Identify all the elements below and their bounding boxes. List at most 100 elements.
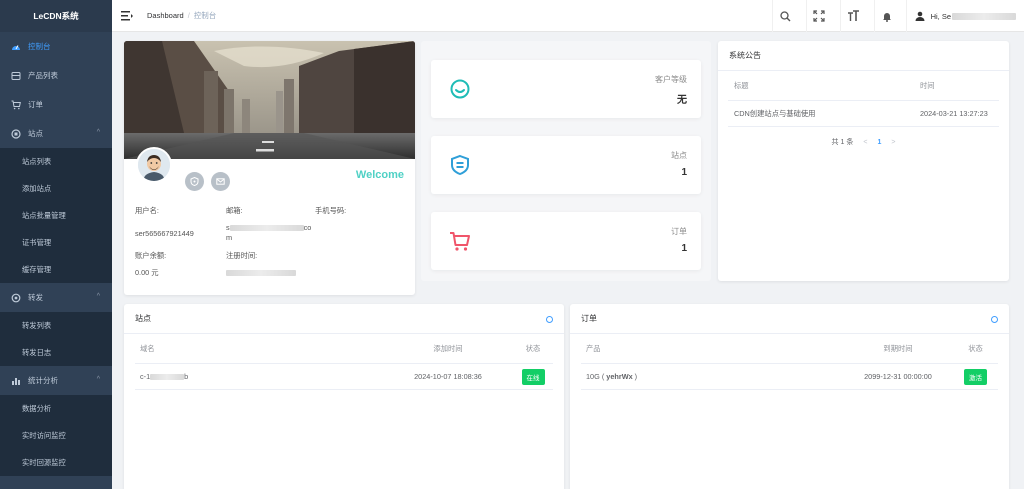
sidebar-item-label: 统计分析 bbox=[28, 376, 58, 385]
search-button[interactable] bbox=[771, 0, 798, 32]
sidebar-item-sites[interactable]: 站点 ^ bbox=[0, 119, 112, 148]
customer-level-card: 客户等级 无 bbox=[431, 60, 701, 118]
redacted-username bbox=[952, 12, 1016, 20]
sidebar-item-label: 转发 bbox=[28, 293, 43, 302]
dashboard-icon bbox=[10, 41, 22, 53]
sidebar-subitem-forward-list[interactable]: 转发列表 bbox=[0, 312, 112, 339]
username-label: 用户名: bbox=[135, 206, 159, 215]
user-greeting: Hi, Se bbox=[930, 11, 951, 21]
stat-value: 1 bbox=[681, 167, 687, 178]
pager-prev-icon[interactable]: < bbox=[863, 139, 867, 146]
pager-page-number[interactable]: 1 bbox=[877, 139, 881, 146]
announcement-title: 系统公告 bbox=[718, 41, 1009, 71]
stat-label: 站点 bbox=[671, 151, 687, 160]
orders-table-header: 产品 到期时间 状态 bbox=[581, 334, 998, 364]
order-count-card: 订单 1 bbox=[431, 212, 701, 270]
sites-title: 站点 bbox=[135, 314, 151, 323]
sidebar: LeCDN系统 控制台 产品列表 订单 站点 ^ 站点列表 添加站点 站点批量管… bbox=[0, 0, 112, 489]
site-badge-icon bbox=[451, 154, 469, 176]
sites-card: 站点 域名 添加时间 状态 c-1 b 2024-10-07 18:08:36 在… bbox=[124, 304, 564, 489]
sidebar-item-dashboard[interactable]: 控制台 bbox=[0, 32, 112, 61]
product-icon bbox=[10, 70, 22, 82]
stat-value: 无 bbox=[677, 95, 687, 106]
sidebar-item-label: 站点 bbox=[28, 129, 43, 138]
user-menu[interactable]: Hi, Se bbox=[905, 0, 1024, 32]
sidebar-item-forward[interactable]: 转发 ^ bbox=[0, 283, 112, 312]
bell-icon bbox=[883, 12, 892, 22]
sidebar-subitem-cache[interactable]: 缓存管理 bbox=[0, 256, 112, 283]
regtime-label: 注册时间: bbox=[226, 251, 258, 260]
balance-label: 账户余额: bbox=[135, 251, 167, 260]
chevron-up-icon: ^ bbox=[96, 376, 100, 383]
chevron-up-icon: ^ bbox=[96, 293, 100, 300]
breadcrumb-root[interactable]: Dashboard bbox=[147, 11, 184, 20]
col-time: 时间 bbox=[920, 80, 935, 90]
sites-table-header: 域名 添加时间 状态 bbox=[135, 334, 553, 364]
table-row[interactable]: CDN创建站点与基础使用 2024-03-21 13:27:23 bbox=[728, 101, 999, 127]
site-count-card: 站点 1 bbox=[431, 136, 701, 194]
pager-total: 共 1 条 bbox=[831, 139, 854, 146]
col-status: 状态 bbox=[968, 343, 983, 353]
stats-icon bbox=[10, 375, 22, 387]
balance-value: 0.00 元 bbox=[135, 268, 159, 277]
refresh-icon[interactable] bbox=[546, 316, 553, 323]
profile-banner-image bbox=[124, 41, 415, 159]
redacted-regtime bbox=[226, 270, 296, 277]
fullscreen-icon bbox=[813, 10, 825, 22]
status-badge: 激活 bbox=[964, 368, 987, 385]
username-value: ser565667921449 bbox=[135, 229, 194, 238]
sidebar-subitem-realtime-access[interactable]: 实时访问监控 bbox=[0, 422, 112, 449]
sidebar-subitem-certificates[interactable]: 证书管理 bbox=[0, 229, 112, 256]
sidebar-subitem-data-analysis[interactable]: 数据分析 bbox=[0, 395, 112, 422]
refresh-icon[interactable] bbox=[991, 316, 998, 323]
col-domain: 域名 bbox=[140, 343, 155, 353]
site-domain[interactable]: c-1 b bbox=[135, 372, 383, 381]
order-product[interactable]: 10G ( yehrWx ) bbox=[581, 372, 843, 381]
regtime-value bbox=[226, 268, 296, 277]
orders-title: 订单 bbox=[581, 314, 597, 323]
cart-icon bbox=[450, 232, 470, 251]
welcome-text: Welcome bbox=[355, 169, 404, 181]
avatar bbox=[136, 147, 172, 183]
order-expire-time: 2099-12-31 00:00:00 bbox=[864, 372, 932, 381]
col-added: 添加时间 bbox=[433, 343, 463, 353]
announcement-pager: 共 1 条 < 1 > bbox=[728, 127, 999, 157]
sidebar-item-stats[interactable]: 统计分析 ^ bbox=[0, 366, 112, 395]
top-bar: Dashboard / 控制台 Hi, Se bbox=[112, 0, 1024, 32]
announcement-card: 系统公告 标题 时间 CDN创建站点与基础使用 2024-03-21 13:27… bbox=[718, 41, 1009, 281]
font-size-icon bbox=[847, 10, 859, 21]
sidebar-subitem-forward-log[interactable]: 转发日志 bbox=[0, 339, 112, 366]
sidebar-item-label: 控制台 bbox=[28, 42, 51, 51]
profile-card: Welcome 用户名: 邮箱: 手机号码: ser565667921449 s… bbox=[124, 41, 415, 295]
sidebar-item-products[interactable]: 产品列表 bbox=[0, 61, 112, 90]
sidebar-subitem-realtime-origin[interactable]: 实时回源监控 bbox=[0, 449, 112, 476]
redacted-domain bbox=[150, 374, 185, 381]
hamburger-icon[interactable] bbox=[121, 10, 133, 21]
table-row[interactable]: c-1 b 2024-10-07 18:08:36 在线 bbox=[135, 364, 553, 390]
sidebar-subitem-add-site[interactable]: 添加站点 bbox=[0, 175, 112, 202]
sidebar-subitem-site-list[interactable]: 站点列表 bbox=[0, 148, 112, 175]
smile-icon bbox=[450, 79, 470, 99]
search-icon bbox=[779, 10, 791, 21]
user-icon bbox=[915, 11, 925, 21]
col-product: 产品 bbox=[586, 343, 601, 353]
font-size-button[interactable] bbox=[839, 0, 866, 32]
breadcrumb-current: 控制台 bbox=[193, 11, 217, 20]
stats-panel: 客户等级 无 站点 1 订单 1 bbox=[421, 41, 711, 281]
redacted-email bbox=[229, 225, 304, 232]
announcement-table-header: 标题 时间 bbox=[728, 71, 999, 101]
table-row[interactable]: 10G ( yehrWx ) 2099-12-31 00:00:00 激活 bbox=[581, 364, 998, 390]
fullscreen-button[interactable] bbox=[805, 0, 832, 32]
notification-button[interactable] bbox=[873, 0, 900, 32]
announcement-row-title[interactable]: CDN创建站点与基础使用 bbox=[728, 109, 920, 119]
security-button[interactable] bbox=[185, 172, 204, 191]
forward-icon bbox=[10, 292, 22, 304]
site-added-time: 2024-10-07 18:08:36 bbox=[414, 372, 482, 381]
sidebar-subitem-batch-sites[interactable]: 站点批量管理 bbox=[0, 202, 112, 229]
chevron-up-icon: ^ bbox=[96, 129, 100, 136]
sidebar-item-label: 产品列表 bbox=[28, 71, 58, 80]
message-button[interactable] bbox=[211, 172, 230, 191]
sidebar-item-orders[interactable]: 订单 bbox=[0, 90, 112, 119]
stat-value: 1 bbox=[681, 243, 687, 254]
pager-next-icon[interactable]: > bbox=[891, 139, 895, 146]
